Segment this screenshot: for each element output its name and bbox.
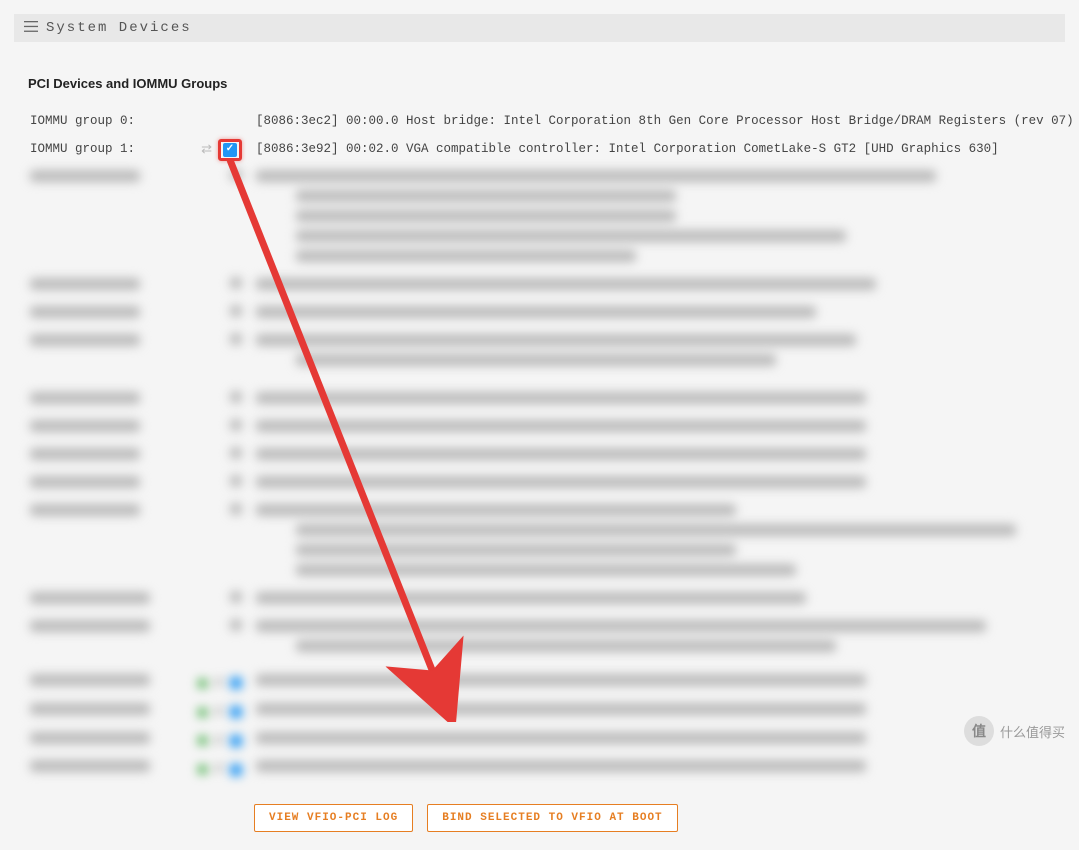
iommu-group-1-row: IOMMU group 1: ⇄ ✓ [8086:3e92] 00:02.0 V… — [0, 135, 1079, 165]
blue-indicator — [230, 706, 242, 718]
iommu-group-blurred — [0, 471, 1079, 499]
iommu-group-blurred: ⇄ — [0, 755, 1079, 784]
iommu-group-blurred — [0, 587, 1079, 615]
device-desc: [8086:3e92] 00:02.0 VGA compatible contr… — [250, 139, 1079, 159]
iommu-group-blurred — [0, 499, 1079, 587]
green-indicator — [198, 765, 207, 774]
green-indicator — [198, 708, 207, 717]
blue-indicator — [230, 735, 242, 747]
swap-icon[interactable]: ⇄ — [201, 140, 212, 161]
iommu-group-blurred — [0, 165, 1079, 273]
list-icon — [24, 21, 38, 36]
blue-indicator — [230, 677, 242, 689]
iommu-group-blurred — [0, 443, 1079, 471]
iommu-group-0-row: IOMMU group 0: [8086:3ec2] 00:00.0 Host … — [0, 107, 1079, 135]
iommu-group-blurred: ⇄ — [0, 669, 1079, 698]
watermark: 值 什么值得买 — [964, 716, 1065, 746]
view-vfio-log-button[interactable]: VIEW VFIO-PCI LOG — [254, 804, 413, 832]
bind-checkbox[interactable]: ✓ — [223, 143, 237, 157]
blue-indicator — [230, 764, 242, 776]
iommu-group-blurred — [0, 301, 1079, 329]
iommu-group-blurred — [0, 387, 1079, 415]
device-list: IOMMU group 0: [8086:3ec2] 00:00.0 Host … — [0, 99, 1079, 850]
green-indicator — [198, 679, 207, 688]
bind-to-vfio-button[interactable]: BIND SELECTED TO VFIO AT BOOT — [427, 804, 677, 832]
group-label: IOMMU group 1: — [30, 139, 190, 159]
bind-checkbox-highlighted: ✓ — [218, 139, 242, 161]
green-indicator — [198, 736, 207, 745]
device-desc: [8086:3ec2] 00:00.0 Host bridge: Intel C… — [250, 111, 1079, 131]
iommu-group-blurred — [0, 273, 1079, 301]
iommu-group-blurred: ⇄ — [0, 727, 1079, 756]
panel-header: System Devices — [14, 14, 1065, 42]
watermark-text: 什么值得买 — [1000, 722, 1065, 741]
iommu-group-blurred — [0, 329, 1079, 377]
iommu-group-blurred: ⇄ — [0, 698, 1079, 727]
iommu-group-blurred — [0, 615, 1079, 663]
group-label: IOMMU group 0: — [30, 111, 190, 131]
watermark-badge-icon: 值 — [964, 716, 994, 746]
iommu-group-blurred — [0, 415, 1079, 443]
section-title: PCI Devices and IOMMU Groups — [0, 56, 1079, 99]
panel-title: System Devices — [46, 20, 192, 36]
